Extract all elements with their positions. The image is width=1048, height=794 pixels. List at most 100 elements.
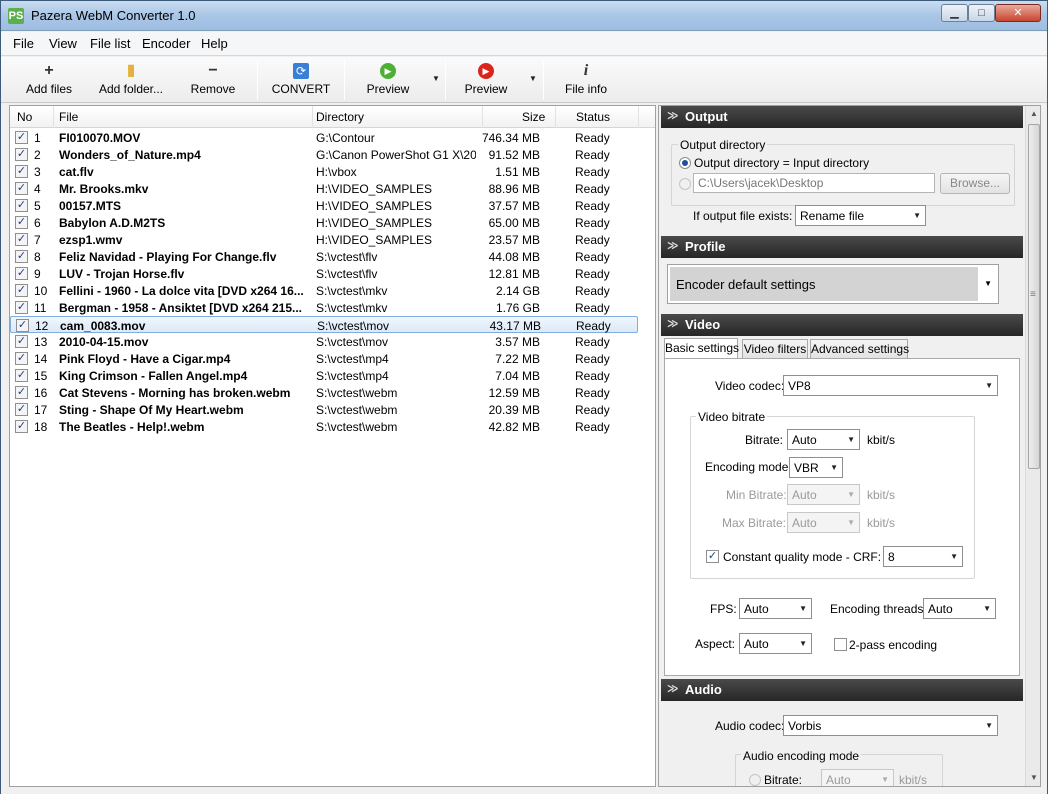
table-row[interactable]: ✓ 5 00157.MTS H:\VIDEO_SAMPLES 37.57 MB Ready xyxy=(10,197,638,214)
column-divider[interactable] xyxy=(638,106,639,128)
min-bitrate-select[interactable]: Auto ▼ xyxy=(787,484,860,505)
add-folder-button[interactable]: ▮ Add folder... xyxy=(91,57,171,101)
row-checkbox[interactable]: ✓ xyxy=(15,148,28,161)
scroll-up-icon[interactable]: ▲ xyxy=(1030,109,1038,118)
row-checkbox[interactable]: ✓ xyxy=(15,403,28,416)
row-size: 12.81 MB xyxy=(488,267,540,281)
table-row[interactable]: ✓ 8 Feliz Navidad - Playing For Change.flv… xyxy=(10,248,638,265)
column-divider[interactable] xyxy=(53,106,54,128)
two-pass-checkbox[interactable] xyxy=(834,638,847,651)
crf-select[interactable]: 8 ▼ xyxy=(883,546,963,567)
table-row[interactable]: ✓ 12 cam_0083.mov S:\vctest\mov 43.17 MB Read… xyxy=(10,316,638,333)
scroll-down-icon[interactable]: ▼ xyxy=(1030,773,1038,782)
max-bitrate-select[interactable]: Auto ▼ xyxy=(787,512,860,533)
table-row[interactable]: ✓ 16 Cat Stevens - Morning has broken.webm… xyxy=(10,384,638,401)
row-checkbox[interactable]: ✓ xyxy=(15,233,28,246)
audio-bitrate-select[interactable]: Auto ▼ xyxy=(821,769,894,786)
minimize-button[interactable]: ▁ xyxy=(941,4,968,22)
row-checkbox[interactable]: ✓ xyxy=(15,216,28,229)
table-row[interactable]: ✓ 9 LUV - Trojan Horse.flv S:\vctest\flv 12.… xyxy=(10,265,638,282)
audio-codec-select[interactable]: Vorbis ▼ xyxy=(783,715,998,736)
remove-button[interactable]: − Remove xyxy=(183,57,243,101)
close-button[interactable]: ✕ xyxy=(995,4,1041,22)
browse-button[interactable]: Browse... xyxy=(940,173,1010,194)
preview-1-dropdown-icon[interactable]: ▼ xyxy=(432,74,440,83)
column-divider[interactable] xyxy=(482,106,483,128)
column-divider[interactable] xyxy=(555,106,556,128)
video-section-header[interactable]: ≫ Video xyxy=(661,314,1023,336)
preview-button-1[interactable]: ▶ Preview xyxy=(357,57,419,101)
row-checkbox[interactable]: ✓ xyxy=(15,335,28,348)
column-status[interactable]: Status xyxy=(576,110,610,124)
table-row[interactable]: ✓ 6 Babylon A.D.M2TS H:\VIDEO_SAMPLES 65.00 … xyxy=(10,214,638,231)
row-checkbox[interactable]: ✓ xyxy=(15,165,28,178)
row-checkbox[interactable]: ✓ xyxy=(15,131,28,144)
column-size[interactable]: Size xyxy=(522,110,545,124)
aspect-select[interactable]: Auto ▼ xyxy=(739,633,812,654)
output-custom-radio[interactable] xyxy=(679,178,691,190)
tab-advanced-settings[interactable]: Advanced settings xyxy=(810,339,909,359)
preview-2-dropdown-icon[interactable]: ▼ xyxy=(529,74,537,83)
menu-help[interactable]: Help xyxy=(201,36,228,51)
title-bar[interactable]: PS Pazera WebM Converter 1.0 ▁ □ ✕ xyxy=(1,1,1047,31)
table-row[interactable]: ✓ 2 Wonders_of_Nature.mp4 G:\Canon PowerSho… xyxy=(10,146,638,163)
column-file[interactable]: File xyxy=(59,110,78,124)
row-checkbox[interactable]: ✓ xyxy=(15,199,28,212)
table-row[interactable]: ✓ 3 cat.flv H:\vbox 1.51 MB Ready xyxy=(10,163,638,180)
table-row[interactable]: ✓ 13 2010-04-15.mov S:\vctest\mov 3.57 MB Rea… xyxy=(10,333,638,350)
output-section-header[interactable]: ≫ Output xyxy=(661,106,1023,128)
table-row[interactable]: ✓ 10 Fellini - 1960 - La dolce vita [DVD x… xyxy=(10,282,638,299)
row-checkbox[interactable]: ✓ xyxy=(15,182,28,195)
output-path-input[interactable]: C:\Users\jacek\Desktop xyxy=(693,173,935,193)
row-checkbox[interactable]: ✓ xyxy=(15,386,28,399)
file-info-button[interactable]: i File info xyxy=(557,57,615,101)
output-same-radio[interactable] xyxy=(679,157,691,169)
audio-section-header[interactable]: ≫ Audio xyxy=(661,679,1023,701)
row-checkbox[interactable]: ✓ xyxy=(15,369,28,382)
row-size: 746.34 MB xyxy=(481,131,540,145)
table-row[interactable]: ✓ 15 King Crimson - Fallen Angel.mp4 S:\vct… xyxy=(10,367,638,384)
video-codec-select[interactable]: VP8 ▼ xyxy=(783,375,998,396)
audio-bitrate-radio[interactable] xyxy=(749,774,761,786)
menu-view[interactable]: View xyxy=(49,36,77,51)
row-checkbox[interactable]: ✓ xyxy=(15,267,28,280)
settings-scrollbar[interactable]: ▲ ≡ ▼ xyxy=(1025,106,1040,786)
row-checkbox[interactable]: ✓ xyxy=(16,319,29,332)
tab-video-filters[interactable]: Video filters xyxy=(742,339,808,359)
convert-button[interactable]: ⟳ CONVERT xyxy=(266,57,336,101)
profile-select[interactable]: Encoder default settings ▼ xyxy=(667,264,999,304)
row-checkbox[interactable]: ✓ xyxy=(15,301,28,314)
fps-select[interactable]: Auto ▼ xyxy=(739,598,812,619)
menu-file-list[interactable]: File list xyxy=(90,36,130,51)
table-row[interactable]: ✓ 11 Bergman - 1958 - Ansiktet [DVD x264 2… xyxy=(10,299,638,316)
if-exists-select[interactable]: Rename file ▼ xyxy=(795,205,926,226)
scrollbar-thumb[interactable]: ≡ xyxy=(1028,124,1040,469)
table-row[interactable]: ✓ 14 Pink Floyd - Have a Cigar.mp4 S:\vctes… xyxy=(10,350,638,367)
column-no[interactable]: No xyxy=(17,110,32,124)
profile-select-inner: Encoder default settings xyxy=(670,267,978,301)
bitrate-select[interactable]: Auto ▼ xyxy=(787,429,860,450)
row-checkbox[interactable]: ✓ xyxy=(15,420,28,433)
column-directory[interactable]: Directory xyxy=(316,110,364,124)
table-row[interactable]: ✓ 4 Mr. Brooks.mkv H:\VIDEO_SAMPLES 88.96 MB… xyxy=(10,180,638,197)
row-checkbox[interactable]: ✓ xyxy=(15,352,28,365)
add-files-button[interactable]: + Add files xyxy=(17,57,81,101)
table-row[interactable]: ✓ 1 FI010070.MOV G:\Contour 746.34 MB Ready xyxy=(10,129,638,146)
crf-checkbox[interactable]: ✓ xyxy=(706,550,719,563)
encoding-mode-select[interactable]: VBR ▼ xyxy=(789,457,843,478)
file-list[interactable]: No File Directory Size Status ✓ 1 FI010070… xyxy=(9,105,656,787)
table-row[interactable]: ✓ 17 Sting - Shape Of My Heart.webm S:\vcte… xyxy=(10,401,638,418)
maximize-button[interactable]: □ xyxy=(968,4,995,22)
menu-file[interactable]: File xyxy=(13,36,34,51)
column-divider[interactable] xyxy=(312,106,313,128)
preview-button-2[interactable]: ▶ Preview xyxy=(455,57,517,101)
table-row[interactable]: ✓ 18 The Beatles - Help!.webm S:\vctest\web… xyxy=(10,418,638,435)
threads-select[interactable]: Auto ▼ xyxy=(923,598,996,619)
table-row[interactable]: ✓ 7 ezsp1.wmv H:\VIDEO_SAMPLES 23.57 MB Ready xyxy=(10,231,638,248)
row-checkbox[interactable]: ✓ xyxy=(15,284,28,297)
profile-section-header[interactable]: ≫ Profile xyxy=(661,236,1023,258)
tab-basic-settings[interactable]: Basic settings xyxy=(664,338,739,359)
menu-encoder[interactable]: Encoder xyxy=(142,36,190,51)
row-checkbox[interactable]: ✓ xyxy=(15,250,28,263)
row-file-name: The Beatles - Help!.webm xyxy=(59,420,205,434)
